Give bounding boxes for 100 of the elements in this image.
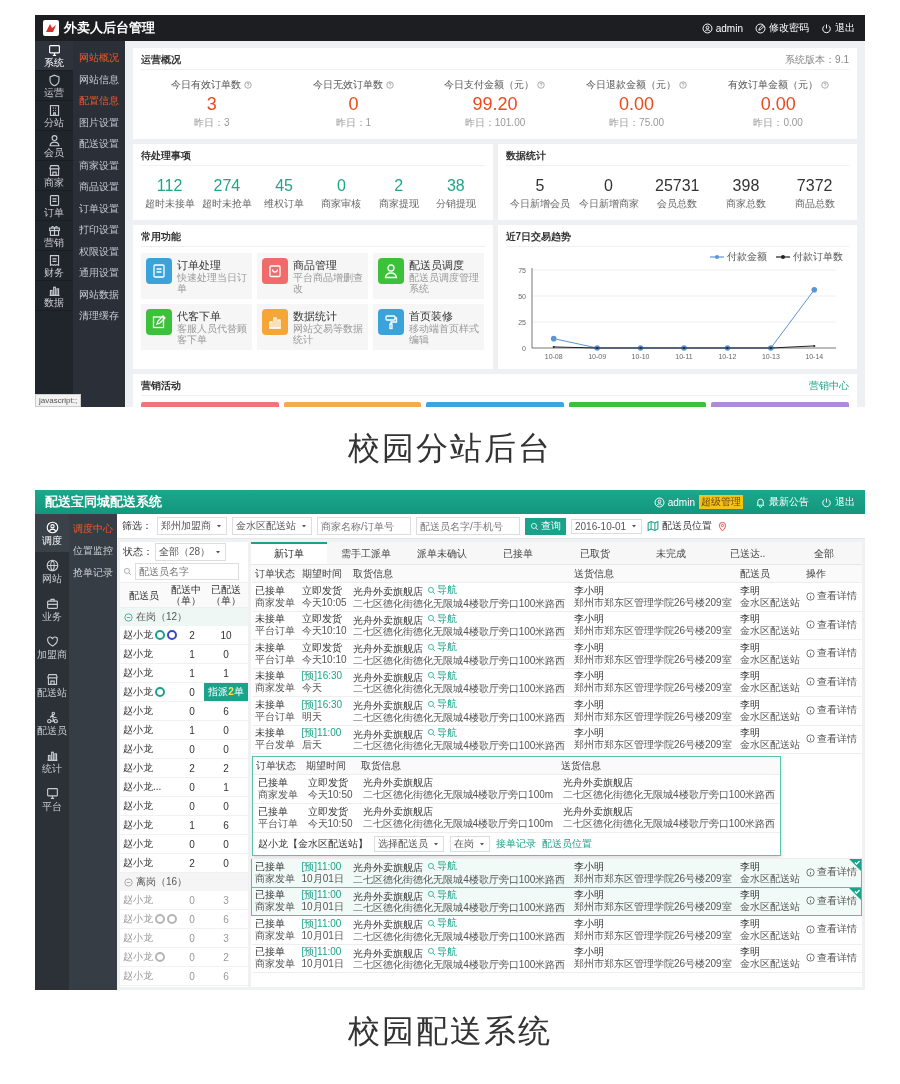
stat-note: 昨日：0.00: [752, 116, 804, 130]
order-status: 未接单: [254, 641, 286, 654]
table-cell-text: 0: [188, 913, 196, 925]
table-cell-text: 0: [222, 648, 230, 660]
table-cell-text: 3: [222, 894, 230, 906]
shop-name: 光舟外卖旗舰店: [353, 947, 424, 958]
legend-label: 付款金额: [727, 250, 767, 264]
column-header: 订单状态: [252, 757, 303, 775]
expected-date: 后天: [301, 739, 323, 752]
column-header: 期望时间: [302, 757, 358, 775]
delivery-address: 郑州市郑东区管理学院26号楼209室: [573, 682, 733, 695]
tile-subtitle: 客服人员代替顾客下单: [177, 323, 248, 345]
courier-name: 赵小龙: [123, 950, 153, 964]
courier-name: 赵小龙: [123, 761, 153, 775]
card-title: 数据统计: [505, 149, 546, 163]
station-name: 金水区配送站: [739, 625, 801, 638]
expected-time: 立即发货: [301, 584, 342, 596]
preorder-tag: [预]: [301, 860, 318, 872]
preorder-tag: [预]: [301, 917, 318, 929]
stat-label: 会员总数: [656, 197, 699, 211]
stat-label: 商家提现: [377, 197, 420, 211]
expected-date: 今天10:05: [301, 596, 348, 609]
column-header: 订单状态: [251, 565, 299, 583]
delivery-address: 郑州市郑东区管理学院26号楼209室: [573, 596, 733, 609]
column-header: 取货信息: [357, 757, 559, 775]
order-status: 已接单: [254, 917, 286, 930]
courier-name: 李明: [739, 889, 761, 902]
tile-subtitle: 配送员调度管理系统: [409, 272, 480, 294]
table-cell-text: 1: [222, 781, 230, 793]
station-name: 金水区配送站: [739, 682, 801, 695]
stat-label: 商家总数: [724, 197, 767, 211]
courier-name: 赵小龙: [123, 685, 153, 699]
stat-value: 0: [335, 176, 347, 196]
stat-value: 0.00: [618, 93, 656, 116]
stat-label: 今日有效订单数: [171, 78, 242, 92]
order-source: 商家发单: [255, 901, 296, 914]
stat-value: 5: [534, 176, 546, 196]
courier-name: 李明: [739, 641, 761, 654]
expected-time: 16:30: [317, 670, 343, 682]
order-status: 已接单: [257, 777, 289, 789]
delivery-address: 郑州市郑东区管理学院26号楼209室: [573, 958, 733, 971]
expected-time: 立即发货: [307, 806, 349, 818]
order-source: 商家发单: [254, 929, 296, 942]
tile-title: 配送员调度: [409, 258, 466, 272]
courier-name: 李明: [739, 946, 761, 959]
station-name: 金水区配送站: [739, 958, 801, 971]
delivery-address: 郑州市郑东区管理学院26号楼209室: [573, 739, 733, 752]
pickup-address: 二七区德化街德化无限城4楼歌厅旁口100m: [362, 818, 554, 830]
stat-label: 今日支付金额（元）: [444, 78, 535, 92]
courier-name: 赵小龙: [123, 912, 153, 926]
order-status: 已接单: [255, 889, 286, 901]
app-title: 外卖人后台管理: [64, 19, 155, 37]
stat-label: 今日新增商家: [577, 197, 640, 211]
courier-name: 李明: [739, 917, 761, 930]
stat-label: 今日无效订单数: [312, 78, 383, 92]
station-name: 金水区配送站: [739, 901, 801, 914]
shop-name: 光舟外卖旗舰店: [353, 699, 424, 711]
shop-name: 光舟外卖旗舰店: [353, 671, 424, 682]
expected-date: 明天: [301, 710, 323, 723]
table-cell-text: 1: [188, 648, 196, 660]
expected-date: 今天10:50: [307, 818, 353, 830]
courier-name: 赵小龙: [123, 628, 153, 642]
table-cell-text: 0: [188, 970, 196, 982]
table-cell-text: 2: [222, 762, 230, 774]
order-source: 平台发单: [254, 739, 296, 752]
order-status: 已接单: [254, 584, 286, 597]
courier-name: 赵小龙: [123, 969, 153, 983]
pickup-address: 二七区德化街德化无限城4楼歌厅旁口100米路西: [353, 902, 567, 914]
table-cell-text: 6: [222, 913, 230, 925]
pickup-address: 二七区德化街德化无限城4楼歌厅旁口100米路西: [353, 683, 567, 695]
station-name: 金水区配送站: [739, 929, 801, 942]
tile-subtitle: 网站交易等数据统计: [293, 323, 364, 345]
pickup-address: 二七区德化街德化无限城4楼歌厅旁口100米路西: [353, 930, 567, 943]
expected-date: 10月01日: [301, 958, 345, 971]
shop-name: 光舟外卖旗舰店: [353, 642, 424, 654]
column-header: 配送员: [736, 565, 804, 583]
table-cell-text: 0: [188, 932, 196, 944]
stat-label: 今日退款金额（元）: [586, 78, 677, 92]
expected-date: 10月01日: [301, 901, 345, 914]
courier-name: 赵小龙...: [123, 780, 162, 794]
table-cell-text: 0: [188, 705, 196, 717]
receiver-name: 李小明: [573, 727, 605, 739]
order-status: 未接单: [254, 698, 286, 711]
expected-time: 11:00: [317, 860, 342, 872]
stat-label: 有效订单金额（元）: [727, 78, 818, 92]
preorder-tag: [预]: [301, 727, 318, 739]
delivery-address: 郑州市郑东区管理学院26号楼209室: [573, 872, 733, 885]
stat-value: 274: [212, 176, 242, 196]
order-source: 商家发单: [254, 958, 296, 971]
delivery-address: 二七区德化街德化无限城4楼歌厅旁口100米路西: [563, 818, 776, 830]
courier-name: 赵小龙: [123, 723, 153, 737]
station-name: 金水区配送站: [739, 653, 801, 666]
column-header: 配送中（单）: [170, 584, 202, 606]
tile-subtitle: 快速处理当日订单: [177, 272, 248, 294]
tile-subtitle: 移动端首页样式编辑: [409, 323, 480, 345]
expected-time: 11:00: [317, 727, 342, 739]
table-cell-text: 0: [188, 781, 196, 793]
delivery-address: 郑州市郑东区管理学院26号楼209室: [573, 710, 733, 723]
delivery-address: 郑州市郑东区管理学院26号楼209室: [573, 901, 733, 914]
table-cell-text: 6: [222, 970, 230, 982]
